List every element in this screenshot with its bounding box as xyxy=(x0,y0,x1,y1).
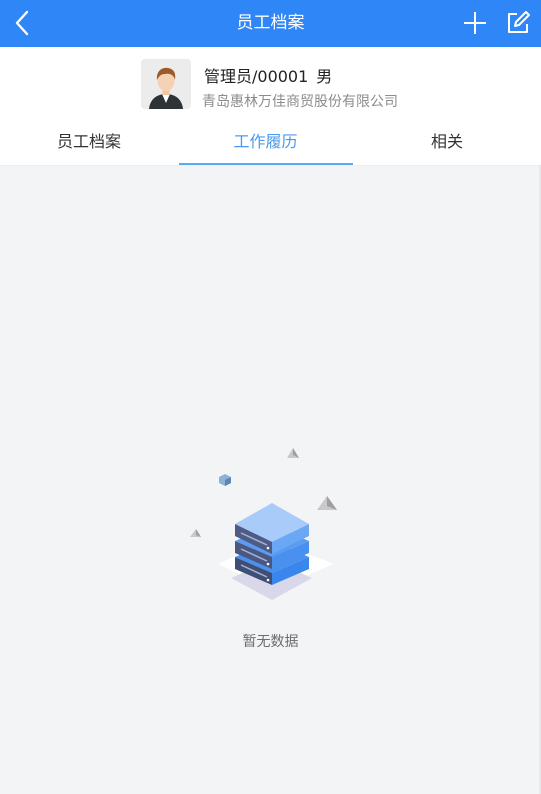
tab-employee-file[interactable]: 员工档案 xyxy=(0,119,178,165)
active-tab-indicator xyxy=(179,163,353,165)
user-avatar-icon xyxy=(141,59,191,109)
plus-icon xyxy=(464,12,486,34)
top-navigation-bar: 员工档案 xyxy=(0,0,541,47)
avatar xyxy=(141,59,191,109)
tab-related[interactable]: 相关 xyxy=(353,119,541,165)
edit-icon xyxy=(508,11,530,33)
employee-company: 青岛惠林万佳商贸股份有限公司 xyxy=(202,94,398,110)
employee-gender: 男 xyxy=(316,67,333,86)
employee-name: 管理员/00001 xyxy=(204,67,309,86)
employee-name-line: 管理员/00001 男 xyxy=(204,63,332,87)
tab-bar: 员工档案 工作履历 相关 xyxy=(0,119,541,166)
employee-profile-header: 管理员/00001 男 青岛惠林万佳商贸股份有限公司 xyxy=(0,47,541,119)
tab-work-history[interactable]: 工作履历 xyxy=(178,119,353,165)
edit-button[interactable] xyxy=(501,6,535,40)
add-button[interactable] xyxy=(458,6,492,40)
empty-state-illustration xyxy=(185,440,360,610)
empty-data-server-icon xyxy=(190,448,337,600)
empty-state-text: 暂无数据 xyxy=(242,634,299,650)
